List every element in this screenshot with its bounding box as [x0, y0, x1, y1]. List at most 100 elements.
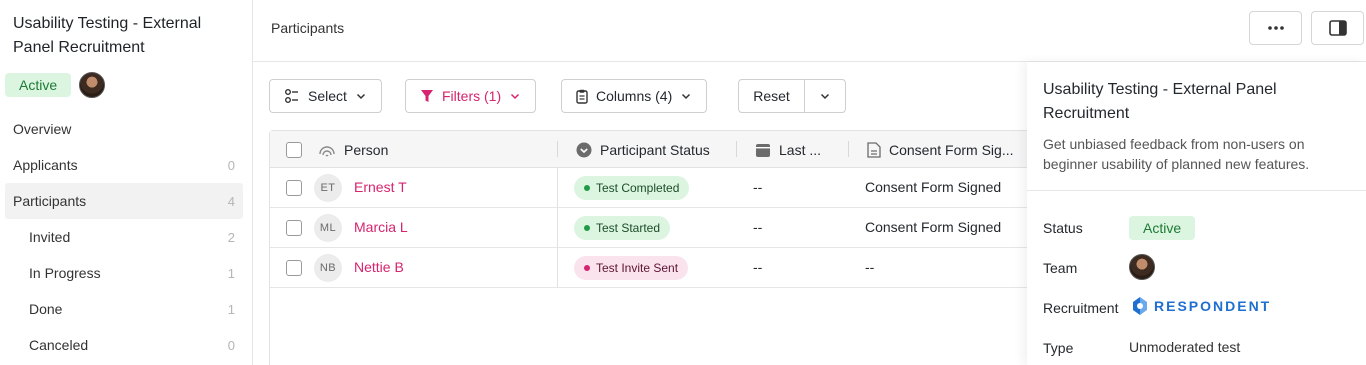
- column-header-consent[interactable]: Consent Form Sig...: [867, 131, 1014, 168]
- sidebar-item-count: 1: [227, 265, 235, 281]
- sidebar-item-done[interactable]: Done 1: [5, 291, 243, 327]
- panel-description: Get unbiased feedback from non-users on …: [1043, 136, 1310, 172]
- filters-button[interactable]: Filters (1): [405, 79, 537, 113]
- sidebar-item-in-progress[interactable]: In Progress 1: [5, 255, 243, 291]
- last-cell: --: [753, 219, 763, 235]
- breadcrumb: Participants: [271, 20, 345, 36]
- side-panel-icon: [1328, 20, 1347, 36]
- table-row[interactable]: ML Marcia L Test Started -- Consent Form…: [270, 208, 1028, 248]
- respondent-text: RESPONDENT: [1154, 298, 1272, 314]
- panel-title: Usability Testing - External Panel Recru…: [1043, 81, 1277, 122]
- sidebar-item-overview[interactable]: Overview: [5, 111, 243, 147]
- team-label: Team: [1043, 260, 1078, 276]
- avatar[interactable]: [1129, 254, 1155, 280]
- sidebar-item-label: Canceled: [29, 337, 89, 353]
- reset-button-group: Reset: [738, 79, 846, 113]
- participants-table: Person Participant Status Last ... Conse…: [269, 130, 1029, 365]
- chevron-down-icon: [682, 93, 691, 100]
- toggle-panel-button[interactable]: [1311, 11, 1364, 45]
- status-dot-icon: [584, 265, 590, 271]
- column-header-last[interactable]: Last ...: [755, 131, 821, 168]
- status-badge[interactable]: Test Invite Sent: [574, 256, 689, 280]
- participant-name-link[interactable]: Marcia L: [354, 219, 408, 235]
- divider: [1027, 190, 1366, 191]
- table-header: Person Participant Status Last ... Conse…: [270, 131, 1028, 168]
- filters-label: Filters (1): [442, 88, 502, 104]
- details-panel: Usability Testing - External Panel Recru…: [1027, 62, 1366, 365]
- recruitment-label: Recruitment: [1043, 300, 1119, 316]
- select-all-checkbox[interactable]: [286, 142, 302, 158]
- status-dot-icon: [584, 185, 590, 191]
- project-title: Usability Testing - External Panel Recru…: [13, 15, 202, 56]
- clipboard-icon: [576, 89, 588, 104]
- chevron-down-icon: [820, 93, 830, 100]
- participant-name-link[interactable]: Ernest T: [354, 179, 407, 195]
- status-badge[interactable]: Active: [1129, 216, 1196, 240]
- column-divider[interactable]: [736, 141, 737, 157]
- table-row[interactable]: NB Nettie B Test Invite Sent -- --: [270, 248, 1028, 288]
- sidebar-item-count: 4: [227, 193, 235, 209]
- chevron-down-icon: [356, 93, 365, 100]
- last-cell: --: [753, 259, 763, 275]
- avatar: ML: [314, 214, 342, 242]
- project-status-row: Active: [5, 72, 106, 98]
- sidebar-item-participants[interactable]: Participants 4: [5, 183, 243, 219]
- column-divider[interactable]: [848, 141, 849, 157]
- type-value: Unmoderated test: [1129, 339, 1241, 355]
- column-header-person[interactable]: Person: [318, 131, 388, 168]
- column-header-label: Participant Status: [600, 141, 710, 158]
- sidebar-item-label: Applicants: [13, 157, 78, 173]
- sidebar-item-count: 0: [227, 157, 235, 173]
- sidebar-item-applicants[interactable]: Applicants 0: [5, 147, 243, 183]
- type-label: Type: [1043, 340, 1074, 356]
- status-label: Status: [1043, 220, 1083, 236]
- calendar-icon: [756, 143, 770, 157]
- ellipsis-icon: [1267, 26, 1284, 30]
- reset-button[interactable]: Reset: [739, 80, 805, 112]
- sidebar-item-count: 0: [227, 337, 235, 353]
- last-cell: --: [753, 179, 763, 195]
- select-label: Select: [308, 88, 347, 104]
- status-text: Test Completed: [596, 181, 680, 195]
- consent-cell: --: [865, 259, 875, 275]
- columns-button[interactable]: Columns (4): [561, 79, 708, 113]
- row-checkbox[interactable]: [286, 180, 302, 196]
- more-options-button[interactable]: [1249, 11, 1302, 45]
- columns-label: Columns (4): [596, 88, 673, 104]
- status-badge[interactable]: Test Started: [574, 216, 671, 240]
- participant-name-link[interactable]: Nettie B: [354, 259, 404, 275]
- sidebar-item-canceled[interactable]: Canceled 0: [5, 327, 243, 363]
- document-icon: [867, 141, 881, 158]
- column-header-label: Person: [344, 141, 389, 158]
- status-badge[interactable]: Test Completed: [574, 176, 690, 200]
- row-checkbox[interactable]: [286, 260, 302, 276]
- chevron-down-icon: [511, 93, 520, 100]
- sidebar-item-label: Participants: [13, 193, 87, 209]
- status-text: Test Started: [596, 221, 661, 235]
- avatar[interactable]: [79, 72, 106, 98]
- sidebar-item-count: 2: [227, 229, 235, 245]
- status-badge[interactable]: Active: [5, 73, 72, 97]
- reset-dropdown-button[interactable]: [805, 80, 845, 112]
- sidebar-nav: Overview Applicants 0 Participants 4 Inv…: [5, 111, 243, 363]
- status-text: Test Invite Sent: [596, 261, 679, 275]
- table-row[interactable]: ET Ernest T Test Completed -- Consent Fo…: [270, 168, 1028, 208]
- sidebar-item-label: In Progress: [29, 265, 101, 281]
- avatar: NB: [314, 254, 342, 282]
- status-check-icon: [576, 142, 592, 157]
- sidebar-item-count: 1: [227, 301, 235, 317]
- funnel-icon: [421, 90, 433, 102]
- select-nodes-icon: [285, 89, 298, 103]
- row-checkbox[interactable]: [286, 220, 302, 236]
- sidebar-item-invited[interactable]: Invited 2: [5, 219, 243, 255]
- sidebar-item-label: Overview: [13, 121, 72, 137]
- column-header-status[interactable]: Participant Status: [576, 131, 710, 168]
- respondent-icon: [1133, 297, 1147, 315]
- sidebar-item-label: Invited: [29, 229, 71, 245]
- top-bar: Participants: [253, 0, 1366, 62]
- status-dot-icon: [584, 225, 590, 231]
- consent-cell: Consent Form Signed: [865, 179, 1002, 195]
- sidebar-item-label: Done: [29, 301, 63, 317]
- column-divider[interactable]: [557, 141, 558, 157]
- select-button[interactable]: Select: [269, 79, 382, 113]
